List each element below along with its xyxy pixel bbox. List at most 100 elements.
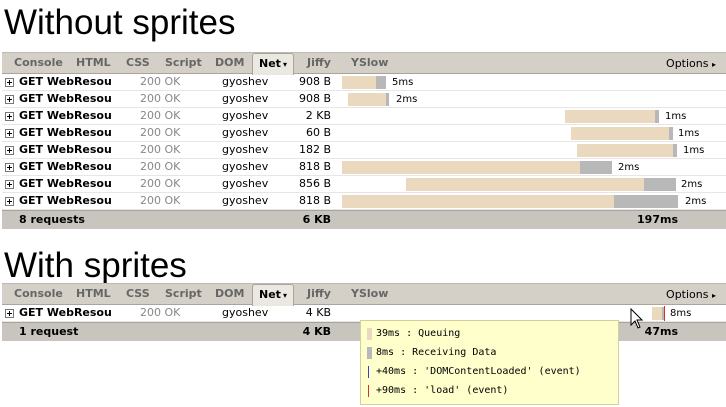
tab-yslow[interactable]: YSlow — [345, 284, 394, 305]
tab-net[interactable]: Net ▾ — [252, 53, 294, 75]
expand-toggle-icon[interactable] — [5, 197, 14, 206]
queuing-bar — [342, 161, 580, 174]
queuing-bar — [652, 307, 662, 320]
request-status: 200 OK — [140, 109, 181, 122]
timing-label: 2ms — [685, 196, 707, 207]
tab-html[interactable]: HTML — [70, 53, 117, 74]
tab-css[interactable]: CSS — [120, 284, 156, 305]
tab-dom[interactable]: DOM — [209, 53, 250, 74]
queuing-bar — [565, 110, 655, 123]
tab-script[interactable]: Script — [159, 53, 208, 74]
expand-toggle-icon[interactable] — [5, 95, 14, 104]
expand-toggle-icon[interactable] — [5, 180, 14, 189]
tab-label: CSS — [126, 287, 150, 300]
request-timeline: 1ms — [340, 108, 726, 125]
tab-yslow[interactable]: YSlow — [345, 53, 394, 74]
request-domain: gyoshev — [222, 75, 269, 88]
request-row[interactable]: GET WebResource 200 OK gyoshev 818 B 2ms — [2, 193, 726, 210]
request-url: GET WebResource — [19, 177, 111, 190]
tab-net[interactable]: Net ▾ — [252, 284, 294, 306]
timing-label: 2ms — [681, 179, 703, 190]
request-timeline: 2ms — [340, 159, 726, 176]
options-arrow-icon: ▸ — [711, 291, 716, 300]
tab-jiffy[interactable]: Jiffy — [301, 53, 337, 74]
domcontentloaded-marker — [368, 366, 369, 378]
expand-toggle-icon[interactable] — [5, 309, 14, 318]
request-timeline: 1ms — [340, 125, 726, 142]
tab-label: DOM — [215, 56, 245, 69]
tab-label: YSlow — [351, 56, 389, 69]
tab-script[interactable]: Script — [159, 284, 208, 305]
queuing-bar — [577, 144, 673, 157]
request-url: GET WebResource — [19, 143, 111, 156]
timing-label: 5ms — [392, 77, 414, 88]
firebug-tab-bar: Console HTML CSS Script DOM Net ▾ Jiffy YSlow Opt… — [2, 283, 726, 306]
heading-without-sprites: Without sprites — [4, 3, 236, 42]
tab-console[interactable]: Console — [8, 53, 69, 74]
request-domain: gyoshev — [222, 143, 269, 156]
request-url: GET WebResource — [19, 194, 111, 207]
request-timeline: 2ms — [340, 176, 726, 193]
tab-css[interactable]: CSS — [120, 53, 156, 74]
heading-with-sprites: With sprites — [4, 246, 187, 285]
request-row[interactable]: GET WebResource 200 OK gyoshev 818 B 2ms — [2, 159, 726, 176]
request-row[interactable]: GET WebResource 200 OK gyoshev 182 B 1ms — [2, 142, 726, 159]
request-url: GET WebResource — [19, 92, 111, 105]
dropdown-caret-icon: ▾ — [282, 60, 287, 69]
request-size: 2 KB — [305, 109, 331, 122]
tab-label: Console — [14, 56, 63, 69]
request-row[interactable]: GET WebResource 200 OK gyoshev 2 KB 1ms — [2, 108, 726, 125]
request-url: GET WebResource — [19, 109, 111, 122]
tab-label: Net — [259, 57, 281, 70]
queuing-bar — [406, 178, 644, 191]
tab-dom[interactable]: DOM — [209, 284, 250, 305]
request-timeline: 2ms — [340, 193, 726, 210]
request-size: 818 B — [298, 194, 331, 207]
options-menu-button[interactable]: Options ▸ — [666, 284, 716, 305]
options-label: Options — [666, 288, 709, 301]
request-status: 200 OK — [140, 194, 181, 207]
expand-toggle-icon[interactable] — [5, 129, 14, 138]
request-row[interactable]: GET WebResource 200 OK gyoshev 856 B 2ms — [2, 176, 726, 193]
request-size: 856 B — [298, 177, 331, 190]
tab-console[interactable]: Console — [8, 284, 69, 305]
receiving-bar — [614, 195, 678, 208]
tab-jiffy[interactable]: Jiffy — [301, 284, 337, 305]
timing-label: 8ms — [670, 308, 692, 319]
tab-html[interactable]: HTML — [70, 284, 117, 305]
receiving-bar — [655, 110, 659, 123]
expand-toggle-icon[interactable] — [5, 78, 14, 87]
request-url: GET WebResource — [19, 75, 111, 88]
timeline-tooltip: 39ms : Queuing 8ms : Receiving Data +40m… — [360, 320, 619, 405]
tab-label: Console — [14, 287, 63, 300]
tab-label: HTML — [76, 287, 111, 300]
tab-label: Net — [259, 288, 281, 301]
request-count: 1 request — [19, 325, 79, 338]
request-row[interactable]: GET WebResource 200 OK gyoshev 60 B 1ms — [2, 125, 726, 142]
timing-label: 2ms — [618, 162, 640, 173]
request-domain: gyoshev — [222, 109, 269, 122]
options-menu-button[interactable]: Options ▸ — [666, 53, 716, 74]
queuing-bar — [342, 195, 614, 208]
tab-label: CSS — [126, 56, 150, 69]
request-status: 200 OK — [140, 92, 181, 105]
request-row[interactable]: GET WebResource 200 OK gyoshev 908 B 2ms — [2, 91, 726, 108]
request-status: 200 OK — [140, 177, 181, 190]
receiving-bar — [386, 93, 389, 106]
expand-toggle-icon[interactable] — [5, 112, 14, 121]
expand-toggle-icon[interactable] — [5, 146, 14, 155]
request-count: 8 requests — [19, 213, 85, 226]
tab-label: DOM — [215, 287, 245, 300]
receiving-bar — [376, 76, 386, 89]
options-arrow-icon: ▸ — [711, 60, 716, 69]
tooltip-text: 8ms : Receiving Data — [376, 347, 497, 358]
tab-label: HTML — [76, 56, 111, 69]
request-domain: gyoshev — [222, 92, 269, 105]
request-size: 182 B — [298, 143, 331, 156]
request-domain: gyoshev — [222, 160, 269, 173]
expand-toggle-icon[interactable] — [5, 163, 14, 172]
request-timeline: 2ms — [340, 91, 726, 108]
request-row[interactable]: GET WebResource 200 OK gyoshev 908 B 5ms — [2, 74, 726, 91]
request-status: 200 OK — [140, 306, 181, 319]
tab-label: Script — [165, 56, 202, 69]
